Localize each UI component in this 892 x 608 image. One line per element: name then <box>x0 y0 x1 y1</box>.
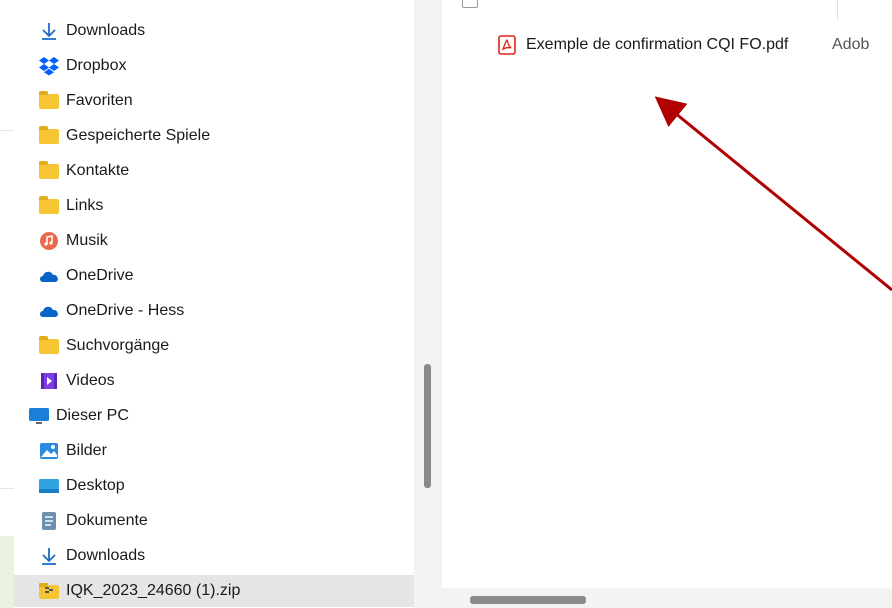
music-icon <box>38 230 60 252</box>
scrollbar-thumb[interactable] <box>470 596 586 604</box>
nav-item[interactable]: OneDrive - Hess <box>38 295 184 327</box>
edge-divider <box>0 130 14 131</box>
documents-icon <box>38 510 60 532</box>
folder-icon <box>38 195 60 217</box>
nav-item[interactable]: Kontakte <box>38 155 129 187</box>
select-all-checkbox[interactable] <box>462 0 478 8</box>
download-arrow-icon <box>38 545 60 567</box>
nav-item[interactable]: Favoriten <box>38 85 133 117</box>
nav-item-label: Links <box>66 197 104 214</box>
file-list-pane[interactable]: Exemple de confirmation CQI FO.pdf Adob <box>442 0 892 608</box>
edge-divider <box>0 488 14 489</box>
nav-item-label: Dieser PC <box>56 407 129 424</box>
nav-item[interactable]: OneDrive <box>38 260 134 292</box>
nav-item-label: IQK_2023_24660 (1).zip <box>66 582 241 599</box>
file-list-horizontal-scrollbar[interactable] <box>442 588 892 608</box>
nav-item[interactable]: Gespeicherte Spiele <box>38 120 210 152</box>
file-name: Exemple de confirmation CQI FO.pdf <box>526 36 789 53</box>
edge-highlight <box>0 536 14 608</box>
nav-item[interactable]: Suchvorgänge <box>38 330 169 362</box>
nav-vertical-scrollbar[interactable] <box>414 0 442 608</box>
nav-item-label: OneDrive <box>66 267 134 284</box>
dropbox-icon <box>38 55 60 77</box>
nav-item-label: Dropbox <box>66 57 127 74</box>
nav-item-label: Suchvorgänge <box>66 337 170 354</box>
file-type: Adob <box>832 36 870 53</box>
download-arrow-icon <box>38 20 60 42</box>
nav-item-label: Videos <box>66 372 115 389</box>
nav-item-label: Kontakte <box>66 162 130 179</box>
onedrive-cloud-icon <box>38 265 60 287</box>
nav-item-label: Gespeicherte Spiele <box>66 127 211 144</box>
column-header-separator[interactable] <box>837 0 838 20</box>
nav-item[interactable]: Bilder <box>38 435 107 467</box>
nav-item-label: Dokumente <box>66 512 148 529</box>
nav-item-label: Desktop <box>66 477 125 494</box>
desktop-icon <box>38 475 60 497</box>
folder-icon <box>38 90 60 112</box>
pdf-icon <box>498 35 516 55</box>
nav-item[interactable]: Downloads <box>38 15 145 47</box>
monitor-icon <box>28 405 50 427</box>
onedrive-cloud-icon <box>38 300 60 322</box>
pictures-icon <box>38 440 60 462</box>
nav-item[interactable]: Links <box>38 190 103 222</box>
nav-item[interactable]: Dieser PC <box>28 400 129 432</box>
nav-item-label: Downloads <box>66 547 146 564</box>
nav-item-label: Bilder <box>66 442 107 459</box>
nav-item-label: Musik <box>66 232 108 249</box>
folder-icon <box>38 160 60 182</box>
nav-item-label: Downloads <box>66 22 146 39</box>
nav-item-label: OneDrive - Hess <box>66 302 185 319</box>
scrollbar-thumb[interactable] <box>424 364 431 488</box>
folder-icon <box>38 125 60 147</box>
nav-item[interactable]: Desktop <box>38 470 125 502</box>
nav-item[interactable]: Musik <box>38 225 108 257</box>
nav-item[interactable]: Downloads <box>38 540 145 572</box>
nav-item-label: Favoriten <box>66 92 133 109</box>
file-row[interactable]: Exemple de confirmation CQI FO.pdf <box>498 30 788 60</box>
nav-item[interactable]: Dokumente <box>38 505 148 537</box>
nav-item[interactable]: Videos <box>38 365 115 397</box>
nav-item[interactable]: IQK_2023_24660 (1).zip <box>14 575 414 607</box>
zip-folder-icon <box>38 580 60 602</box>
nav-item[interactable]: Dropbox <box>38 50 126 82</box>
navigation-pane[interactable]: Downloads Dropbox Favoriten Gespeicherte Sp… <box>14 0 414 608</box>
videos-icon <box>38 370 60 392</box>
folder-icon <box>38 335 60 357</box>
left-edge-pane <box>0 0 14 608</box>
